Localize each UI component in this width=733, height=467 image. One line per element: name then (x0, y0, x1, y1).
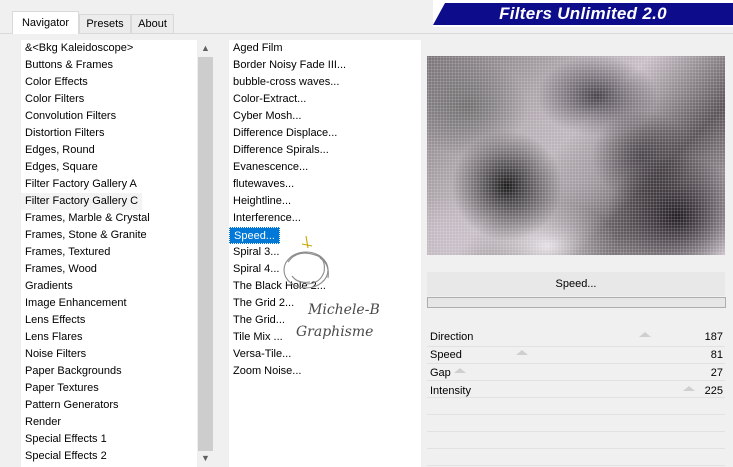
filter-item[interactable]: Color-Extract... (229, 91, 310, 108)
category-item[interactable]: Noise Filters (21, 346, 90, 363)
slider-label: Direction (430, 331, 474, 343)
filter-item[interactable]: Tile Mix ... (229, 329, 287, 346)
category-item[interactable]: Filter Factory Gallery A (21, 176, 141, 193)
filter-item[interactable]: Evanescence... (229, 159, 312, 176)
category-item[interactable]: &<Bkg Kaleidoscope> (21, 40, 137, 57)
filter-item[interactable]: Border Noisy Fade III... (229, 57, 350, 74)
category-item[interactable]: Pattern Generators (21, 397, 123, 414)
category-item[interactable]: Lens Effects (21, 312, 89, 329)
slider-track (427, 414, 725, 415)
slider-value: 187 (704, 331, 723, 343)
slider-track (427, 380, 725, 381)
filter-item[interactable]: The Grid... (229, 312, 289, 329)
filter-item[interactable]: flutewaves... (229, 176, 298, 193)
slider-track (427, 448, 725, 449)
scroll-down-icon[interactable]: ▼ (197, 450, 214, 467)
slider-thumb[interactable] (516, 350, 529, 355)
filter-item[interactable]: Interference... (229, 210, 305, 227)
category-item[interactable]: Color Effects (21, 74, 92, 91)
tab-about[interactable]: About (131, 14, 174, 33)
category-item[interactable]: Frames, Stone & Granite (21, 227, 151, 244)
slider-track (427, 465, 725, 466)
slider-track (427, 346, 725, 347)
tab-divider (0, 33, 733, 34)
filter-item[interactable]: Zoom Noise... (229, 363, 305, 380)
filter-item[interactable]: Speed... (229, 227, 280, 244)
category-item[interactable]: Paper Textures (21, 380, 103, 397)
scrollbar-thumb[interactable] (198, 57, 213, 451)
category-item[interactable]: Render (21, 414, 65, 431)
category-item[interactable]: Paper Backgrounds (21, 363, 126, 380)
category-item[interactable]: Gradients (21, 278, 77, 295)
slider-direction[interactable]: Direction 187 (427, 328, 725, 346)
banner-title: Filters Unlimited 2.0 (499, 4, 667, 23)
slider-thumb[interactable] (683, 386, 696, 391)
category-item[interactable]: Edges, Round (21, 142, 99, 159)
slider-thumb[interactable] (638, 332, 651, 337)
filter-item[interactable]: Heightline... (229, 193, 295, 210)
category-item[interactable]: Frames, Wood (21, 261, 101, 278)
category-item[interactable]: Frames, Marble & Crystal (21, 210, 154, 227)
tab-presets[interactable]: Presets (79, 14, 131, 33)
slider-value: 81 (710, 349, 723, 361)
filter-list[interactable]: Aged Film Border Noisy Fade III... bubble-… (229, 40, 421, 467)
category-item[interactable]: Edges, Square (21, 159, 102, 176)
filter-item[interactable]: Cyber Mosh... (229, 108, 305, 125)
filter-item[interactable]: Aged Film (229, 40, 287, 57)
title-banner: Filters Unlimited 2.0 (433, 0, 733, 27)
filter-item[interactable]: Versa-Tile... (229, 346, 295, 363)
slider-track (427, 363, 725, 364)
filter-item[interactable]: Difference Displace... (229, 125, 341, 142)
category-item[interactable]: Distortion Filters (21, 125, 108, 142)
filter-item[interactable]: Spiral 4... (229, 261, 283, 278)
category-item[interactable]: Frames, Textured (21, 244, 114, 261)
category-item[interactable]: Color Filters (21, 91, 88, 108)
category-item[interactable]: Buttons & Frames (21, 57, 117, 74)
category-item[interactable]: Convolution Filters (21, 108, 120, 125)
tab-navigator[interactable]: Navigator (12, 11, 79, 34)
filter-item[interactable]: The Grid 2... (229, 295, 298, 312)
category-item[interactable]: Image Enhancement (21, 295, 131, 312)
filter-preview-image (427, 56, 725, 255)
filter-item[interactable]: The Black Hole 2... (229, 278, 330, 295)
filter-item[interactable]: bubble-cross waves... (229, 74, 343, 91)
slider-label: Speed (430, 349, 462, 361)
slider-track (427, 431, 725, 432)
category-item[interactable]: Special Effects 1 (21, 431, 111, 448)
slider-track (427, 397, 725, 398)
category-item[interactable]: Filter Factory Gallery C (21, 193, 143, 210)
category-item[interactable]: Lens Flares (21, 329, 86, 346)
category-list[interactable]: &<Bkg Kaleidoscope> Buttons & Frames Color… (21, 40, 197, 467)
slider-thumb[interactable] (453, 368, 466, 373)
filter-item[interactable]: Difference Spirals... (229, 142, 333, 159)
filter-name-header: Speed... (427, 272, 725, 296)
filter-item[interactable]: Spiral 3... (229, 244, 283, 261)
category-item[interactable]: Special Effects 2 (21, 448, 111, 465)
category-scrollbar[interactable]: ▲ ▼ (197, 40, 214, 467)
progress-bar (427, 297, 726, 308)
slider-speed[interactable]: Speed 81 (427, 346, 725, 364)
scroll-up-icon[interactable]: ▲ (197, 40, 214, 57)
